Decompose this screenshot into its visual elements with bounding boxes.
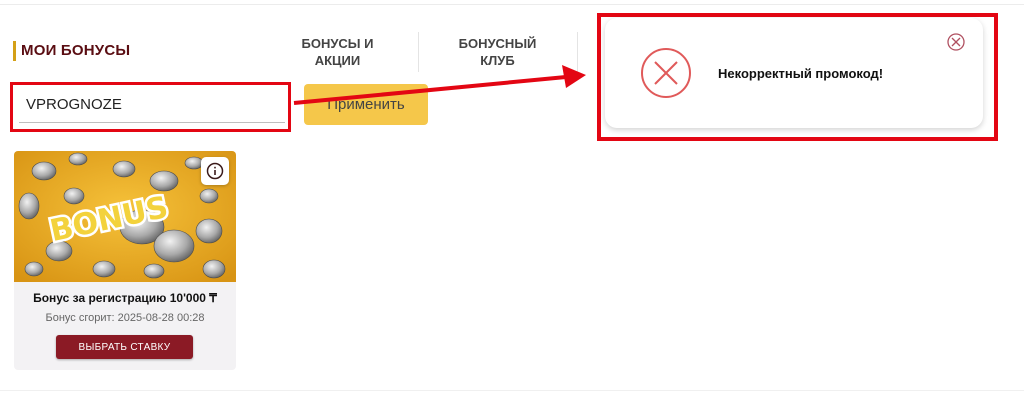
close-circle-icon[interactable]: [946, 32, 966, 52]
tab-divider: [577, 32, 578, 72]
page-title: МОИ БОНУСЫ: [21, 42, 131, 59]
tab-divider: [418, 32, 419, 72]
bonus-expiry: Бонус сгорит: 2025-08-28 00:28: [45, 312, 205, 324]
error-x-icon: [641, 48, 691, 98]
info-button[interactable]: [201, 157, 229, 185]
tab-bonuses-and-promotions[interactable]: БОНУСЫ И АКЦИИ: [290, 35, 385, 69]
bonus-title: Бонус за регистрацию 10'000 ₸: [33, 291, 217, 305]
tab-label: БОНУСЫ И АКЦИИ: [301, 36, 374, 68]
tab-label: БОНУСНЫЙ КЛУБ: [458, 36, 537, 68]
choose-bet-button[interactable]: ВЫБРАТЬ СТАВКУ: [56, 335, 193, 359]
info-icon: [206, 162, 224, 180]
title-accent-bar: [13, 41, 16, 61]
bottom-divider: [0, 390, 1024, 391]
top-divider: [0, 4, 1024, 5]
tab-bonus-club[interactable]: БОНУСНЫЙ КЛУБ: [440, 35, 555, 69]
apply-button[interactable]: Применить: [304, 84, 428, 125]
promo-code-input[interactable]: [19, 87, 285, 123]
toast-message: Некорректный промокод!: [718, 66, 884, 81]
